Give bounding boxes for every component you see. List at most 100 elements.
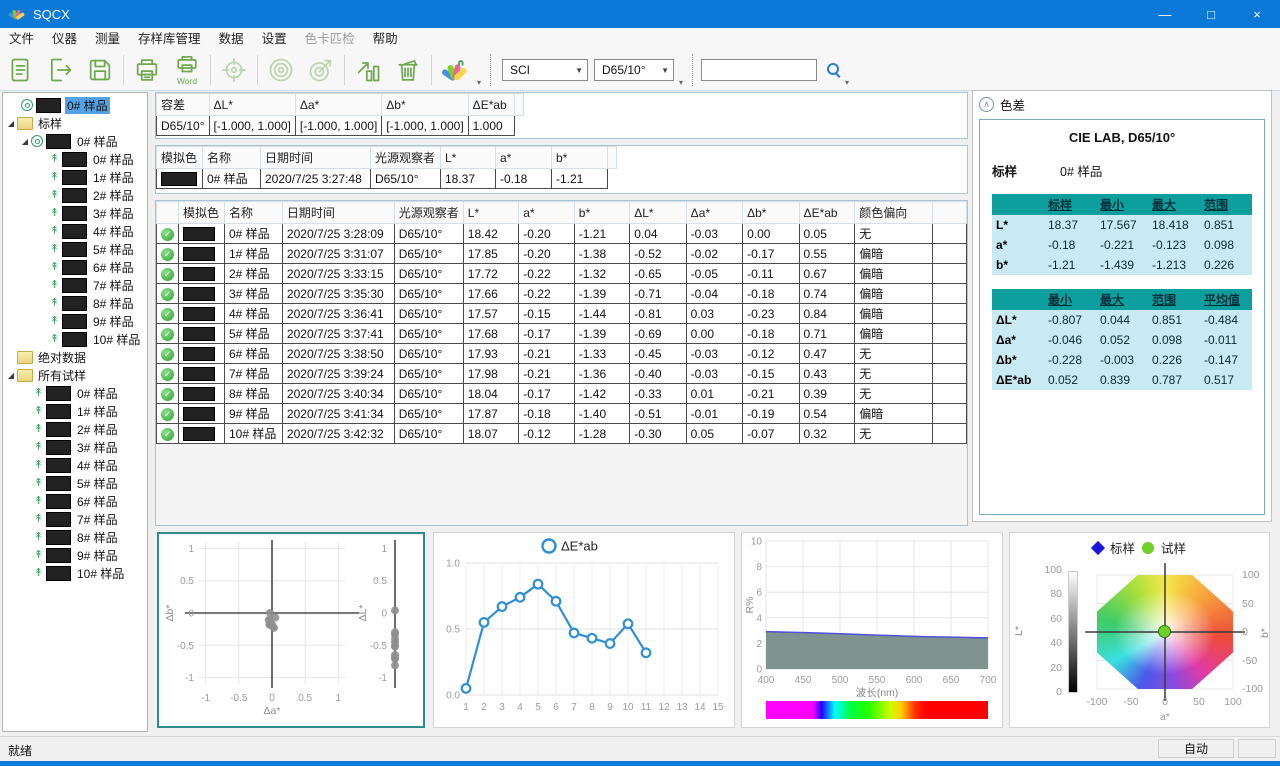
close-button[interactable]: ×: [1234, 0, 1280, 28]
tree-label: 3# 样品: [91, 205, 136, 222]
color-swatch: [183, 407, 215, 421]
color-swatch: [62, 332, 87, 347]
standard-row[interactable]: 0# 样品2020/7/25 3:27:48D65/10°18.37-0.18-…: [157, 169, 617, 189]
tree-current-standard[interactable]: 0# 样品: [3, 96, 147, 114]
expander-icon[interactable]: ◢: [5, 119, 17, 128]
minimize-button[interactable]: —: [1142, 0, 1188, 28]
svg-text:0.0: 0.0: [446, 691, 460, 702]
tree-sample[interactable]: ↟0# 样品: [3, 384, 147, 402]
column-header: a*: [519, 202, 574, 224]
tree-label: 1# 样品: [91, 169, 136, 186]
tree-sample[interactable]: ↟ 1# 样品: [3, 168, 147, 186]
menu-item-5[interactable]: 设置: [253, 28, 296, 50]
maximize-button[interactable]: □: [1188, 0, 1234, 28]
export-button[interactable]: [40, 51, 80, 89]
sample-row[interactable]: ✓4# 样品2020/7/25 3:36:41D65/10°17.57-0.15…: [157, 304, 967, 324]
stat-column-header: 最小: [1044, 289, 1096, 310]
tree-sample[interactable]: ↟3# 样品: [3, 204, 147, 222]
tree-sample[interactable]: ↟2# 样品: [3, 186, 147, 204]
tree-sample[interactable]: ↟5# 样品: [3, 240, 147, 258]
svg-text:2: 2: [481, 702, 487, 713]
tree-sample[interactable]: ↟1# 样品: [3, 402, 147, 420]
tree-sample[interactable]: ↟2# 样品: [3, 420, 147, 438]
menu-item-1[interactable]: 仪器: [43, 28, 86, 50]
sample-arrow-icon: ↟: [49, 280, 60, 291]
color-card-check-button[interactable]: [435, 51, 475, 89]
table-header-row: 模拟色名称日期时间光源观察者L*a*b*: [157, 147, 617, 169]
column-header: [608, 147, 617, 169]
measure-chart-button[interactable]: [348, 51, 388, 89]
tree-folder-all-samples[interactable]: ◢所有试样: [3, 366, 147, 384]
tree-sample[interactable]: ↟6# 样品: [3, 492, 147, 510]
toolbar-overflow-icon[interactable]: ▾: [679, 78, 683, 87]
svg-text:-1: -1: [378, 673, 387, 684]
search-icon[interactable]: [825, 61, 843, 79]
stat-column-header: 平均值: [1200, 289, 1252, 310]
svg-text:0.5: 0.5: [373, 576, 387, 587]
column-header: 颜色偏向: [855, 202, 932, 224]
tree-folder-absolute-data[interactable]: 绝对数据: [3, 348, 147, 366]
tree-sample[interactable]: ↟8# 样品: [3, 528, 147, 546]
sample-row[interactable]: ✓8# 样品2020/7/25 3:40:34D65/10°18.04-0.17…: [157, 384, 967, 404]
svg-text:8: 8: [756, 562, 762, 573]
menu-item-4[interactable]: 数据: [210, 28, 253, 50]
cie-lab-heading: CIE LAB, D65/10°: [992, 130, 1252, 145]
sample-row[interactable]: ✓10# 样品2020/7/25 3:42:32D65/10°18.07-0.1…: [157, 424, 967, 444]
illuminant-observer-dropdown[interactable]: D65/10° ▼: [594, 59, 674, 81]
sample-row[interactable]: ✓7# 样品2020/7/25 3:39:24D65/10°17.98-0.21…: [157, 364, 967, 384]
window-accent-strip: [0, 761, 1280, 766]
tree-sample[interactable]: ↟7# 样品: [3, 510, 147, 528]
tree-sample[interactable]: ↟7# 样品: [3, 276, 147, 294]
delete-button[interactable]: [388, 51, 428, 89]
search-input[interactable]: [701, 59, 817, 81]
print-word-button[interactable]: Word: [167, 51, 207, 89]
sample-row[interactable]: ✓0# 样品2020/7/25 3:28:09D65/10°18.42-0.20…: [157, 224, 967, 244]
sample-row[interactable]: ✓1# 样品2020/7/25 3:31:07D65/10°17.85-0.20…: [157, 244, 967, 264]
stat-row: a*-0.18-0.221-0.1230.098: [992, 235, 1252, 255]
sample-row[interactable]: ✓5# 样品2020/7/25 3:37:41D65/10°17.68-0.17…: [157, 324, 967, 344]
expander-icon[interactable]: ◢: [19, 137, 31, 146]
column-header: 模拟色: [179, 202, 225, 224]
tree-sample[interactable]: ↟8# 样品: [3, 294, 147, 312]
column-header: 模拟色: [157, 147, 203, 169]
menu-item-0[interactable]: 文件: [0, 28, 43, 50]
tree-label: 4# 样品: [91, 223, 136, 240]
color-swatch: [183, 267, 215, 281]
collapse-chevron-icon[interactable]: ∧: [979, 97, 994, 112]
tree-sample[interactable]: ↟4# 样品: [3, 456, 147, 474]
sci-sce-dropdown[interactable]: SCI ▼: [502, 59, 588, 81]
sample-row[interactable]: ✓2# 样品2020/7/25 3:33:15D65/10°17.72-0.22…: [157, 264, 967, 284]
toolbar-overflow-icon[interactable]: ▾: [477, 78, 481, 87]
expander-icon[interactable]: ◢: [5, 371, 17, 380]
sample-row[interactable]: ✓3# 样品2020/7/25 3:35:30D65/10°17.66-0.22…: [157, 284, 967, 304]
sample-row[interactable]: ✓6# 样品2020/7/25 3:38:50D65/10°17.93-0.21…: [157, 344, 967, 364]
tree-sample[interactable]: ↟5# 样品: [3, 474, 147, 492]
tolerance-row[interactable]: D65/10°[-1.000, 1.000][-1.000, 1.000][-1…: [157, 116, 524, 136]
column-header: 日期时间: [261, 147, 371, 169]
menu-item-3[interactable]: 存样库管理: [129, 28, 210, 50]
column-header: 名称: [203, 147, 261, 169]
tree-standard-node[interactable]: ◢0# 样品: [3, 132, 147, 150]
sample-arrow-icon: ↟: [49, 172, 60, 183]
tree-sample[interactable]: ↟10# 样品: [3, 564, 147, 582]
sample-row[interactable]: ✓9# 样品2020/7/25 3:41:34D65/10°17.87-0.18…: [157, 404, 967, 424]
menu-item-2[interactable]: 测量: [86, 28, 129, 50]
tree-folder-standards[interactable]: ◢标样: [3, 114, 147, 132]
tree-sample[interactable]: ↟9# 样品: [3, 312, 147, 330]
area-chart-svg: 0246810400450500550600650700R%波长(nm): [742, 533, 1000, 699]
menu-item-7[interactable]: 帮助: [364, 28, 407, 50]
document-icon: [6, 56, 34, 84]
print-button[interactable]: [127, 51, 167, 89]
new-button[interactable]: [0, 51, 40, 89]
tree-sample[interactable]: ↟3# 样品: [3, 438, 147, 456]
tree-sample[interactable]: ↟4# 样品: [3, 222, 147, 240]
column-header: ΔE*ab: [799, 202, 855, 224]
tree-label: 9# 样品: [91, 313, 136, 330]
tree-sample[interactable]: ↟0# 样品: [3, 150, 147, 168]
tree-sample[interactable]: ↟9# 样品: [3, 546, 147, 564]
svg-text:1: 1: [336, 693, 342, 704]
tree-sample[interactable]: ↟6# 样品: [3, 258, 147, 276]
toolbar-overflow-icon[interactable]: ▾: [845, 78, 849, 87]
save-button[interactable]: [80, 51, 120, 89]
tree-sample[interactable]: ↟10# 样品: [3, 330, 147, 348]
